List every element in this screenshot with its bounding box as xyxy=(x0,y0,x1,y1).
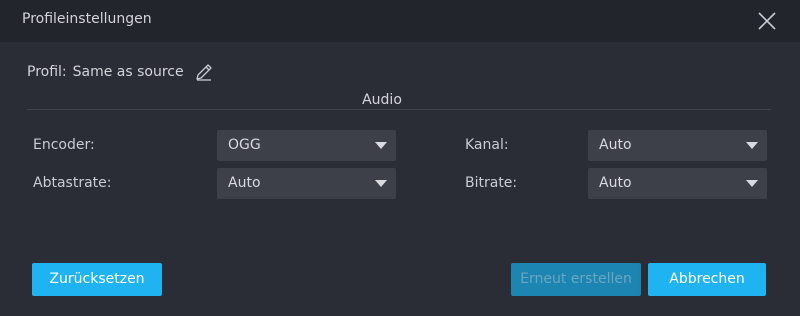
edit-profile-button[interactable] xyxy=(194,62,214,82)
close-icon xyxy=(758,12,776,30)
section-title-audio: Audio xyxy=(352,92,412,108)
chevron-down-icon xyxy=(746,142,758,149)
chevron-down-icon xyxy=(375,180,387,187)
encoder-select-value: OGG xyxy=(228,137,261,153)
kanal-select-value: Auto xyxy=(599,137,632,153)
dialog-titlebar: Profileinstellungen xyxy=(0,0,800,42)
kanal-select[interactable]: Auto xyxy=(588,130,767,161)
chevron-down-icon xyxy=(746,180,758,187)
reset-button[interactable]: Zurücksetzen xyxy=(32,263,162,296)
bitrate-label: Bitrate: xyxy=(465,175,518,191)
bitrate-select[interactable]: Auto xyxy=(588,168,767,199)
abtastrate-select[interactable]: Auto xyxy=(217,168,396,199)
encoder-select[interactable]: OGG xyxy=(217,130,396,161)
close-button[interactable] xyxy=(755,9,779,33)
profile-value: Same as source xyxy=(72,64,184,80)
profile-row: Profil: Same as source xyxy=(27,62,214,82)
encoder-label: Encoder: xyxy=(33,137,95,153)
pencil-icon xyxy=(195,64,212,81)
recreate-button[interactable]: Erneut erstellen xyxy=(511,263,641,296)
abtastrate-label: Abtastrate: xyxy=(33,175,112,191)
dialog-title: Profileinstellungen xyxy=(22,11,152,27)
kanal-label: Kanal: xyxy=(465,137,509,153)
abtastrate-select-value: Auto xyxy=(228,175,261,191)
bitrate-select-value: Auto xyxy=(599,175,632,191)
chevron-down-icon xyxy=(375,142,387,149)
cancel-button[interactable]: Abbrechen xyxy=(648,263,766,296)
profile-label: Profil: xyxy=(27,64,67,80)
section-divider xyxy=(27,109,771,110)
